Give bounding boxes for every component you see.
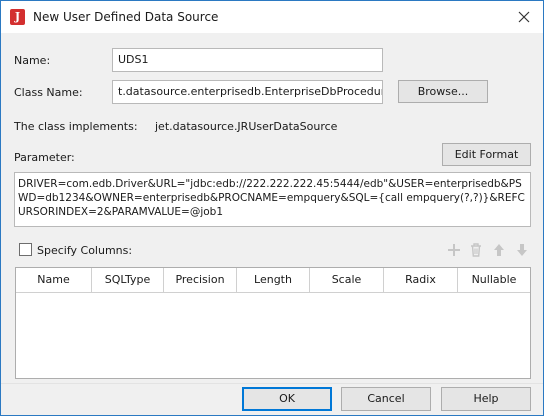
browse-button[interactable]: Browse... xyxy=(398,80,488,103)
parameter-label: Parameter: xyxy=(14,151,75,164)
table-header: Name SQLType Precision Length Scale Radi… xyxy=(16,268,530,293)
specify-columns-checkbox[interactable] xyxy=(19,243,32,256)
ok-button[interactable]: OK xyxy=(242,387,332,411)
implements-label: The class implements: xyxy=(14,120,138,133)
class-name-label: Class Name: xyxy=(14,86,83,99)
specify-columns-label: Specify Columns: xyxy=(37,244,133,257)
move-up-icon[interactable] xyxy=(489,240,509,260)
column-header-sqltype[interactable]: SQLType xyxy=(92,268,164,292)
report-app-icon: J xyxy=(10,9,25,25)
name-label: Name: xyxy=(14,54,51,67)
move-down-icon[interactable] xyxy=(512,240,532,260)
help-button[interactable]: Help xyxy=(441,387,531,411)
delete-icon[interactable] xyxy=(466,240,486,260)
add-icon[interactable] xyxy=(444,240,464,260)
close-button[interactable] xyxy=(509,3,539,31)
close-icon xyxy=(518,11,530,23)
class-name-input[interactable]: t.datasource.enterprisedb.EnterpriseDbPr… xyxy=(112,80,383,104)
column-header-name[interactable]: Name xyxy=(16,268,92,292)
column-header-length[interactable]: Length xyxy=(237,268,310,292)
name-input[interactable]: UDS1 xyxy=(112,48,383,72)
columns-table[interactable]: Name SQLType Precision Length Scale Radi… xyxy=(15,267,531,379)
dialog-title: New User Defined Data Source xyxy=(33,10,219,24)
parameter-textarea[interactable]: DRIVER=com.edb.Driver&URL="jdbc:edb://22… xyxy=(14,172,531,227)
column-header-precision[interactable]: Precision xyxy=(164,268,237,292)
cancel-button[interactable]: Cancel xyxy=(341,387,431,411)
column-header-radix[interactable]: Radix xyxy=(384,268,458,292)
footer-divider xyxy=(1,383,543,384)
dialog-window: J New User Defined Data Source Name: UDS… xyxy=(0,0,544,416)
title-bar[interactable]: J New User Defined Data Source xyxy=(1,1,543,33)
column-header-nullable[interactable]: Nullable xyxy=(458,268,530,292)
column-header-scale[interactable]: Scale xyxy=(310,268,384,292)
edit-format-button[interactable]: Edit Format xyxy=(442,143,531,166)
implements-value: jet.datasource.JRUserDataSource xyxy=(155,120,338,133)
